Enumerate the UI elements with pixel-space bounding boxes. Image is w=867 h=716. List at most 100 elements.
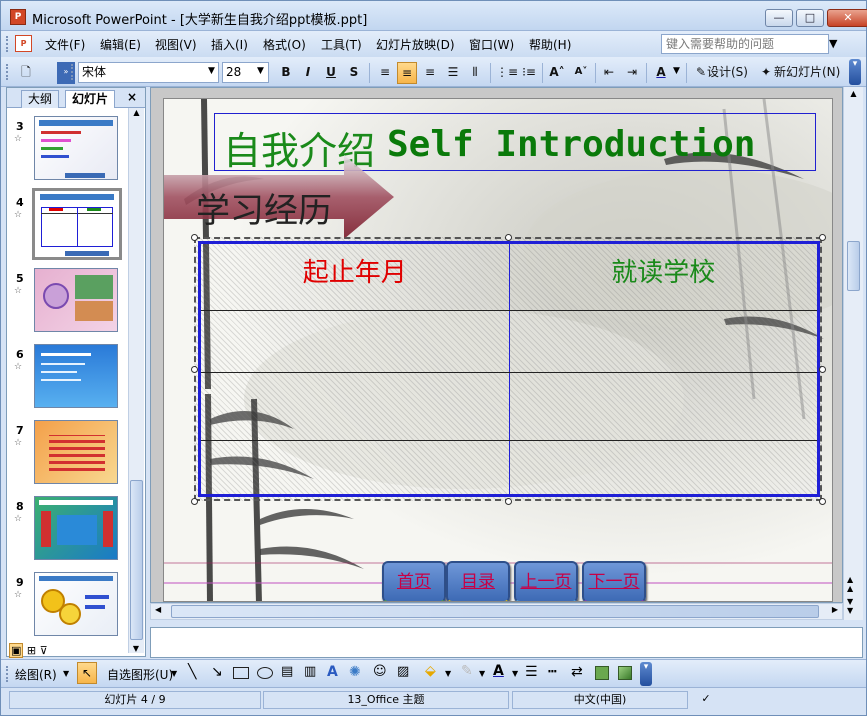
italic-button[interactable]: I	[299, 62, 317, 84]
numbered-list-icon[interactable]: ⋮≡	[496, 62, 518, 84]
bullet-list-icon[interactable]: ⁝≡	[519, 62, 539, 84]
font-color-draw-dropdown-icon[interactable]: ▼	[512, 669, 518, 678]
shadow-button[interactable]: S	[345, 62, 363, 84]
fill-dropdown-icon[interactable]: ▼	[445, 669, 451, 678]
scroll-left-icon[interactable]: ◀	[155, 605, 161, 614]
new-document-icon[interactable]: 🗋	[15, 62, 37, 84]
bold-button[interactable]: B	[277, 62, 295, 84]
justify-icon[interactable]: ☰	[443, 62, 463, 84]
slides-pane-scroll-thumb[interactable]	[130, 480, 143, 640]
line-color-icon[interactable]: ✎	[461, 663, 473, 679]
drawbar-grip[interactable]	[6, 666, 10, 682]
resize-handle[interactable]	[505, 234, 512, 241]
maximize-button[interactable]: □	[796, 9, 824, 27]
slide-horizontal-scrollbar[interactable]: ◀ ▶	[150, 603, 843, 620]
autoshapes-button[interactable]: 自选图形(U)	[107, 666, 173, 683]
menu-format[interactable]: 格式(O)	[263, 36, 306, 53]
scroll-up-icon[interactable]: ▲	[844, 89, 863, 98]
slides-pane-scrollbar[interactable]: ▲ ▼	[128, 108, 144, 653]
3d-style-icon[interactable]	[618, 666, 632, 680]
horizontal-scroll-thumb[interactable]	[171, 605, 819, 618]
font-color-icon[interactable]: A	[651, 62, 671, 84]
toolbar-options-icon[interactable]: ▾	[849, 59, 861, 85]
nav-contents-button[interactable]: 目录	[446, 561, 510, 601]
table-cell[interactable]	[509, 372, 819, 441]
draw-dropdown-icon[interactable]: ▼	[63, 669, 69, 678]
table-cell[interactable]	[509, 441, 819, 496]
table-cell[interactable]	[199, 372, 510, 441]
new-slide-button[interactable]: 新幻灯片(N)	[774, 62, 840, 84]
menu-slideshow[interactable]: 幻灯片放映(D)	[376, 36, 455, 53]
line-style-icon[interactable]: ☰	[525, 664, 538, 680]
slideshow-icon[interactable]: ⊽	[40, 644, 48, 657]
nav-previous-button[interactable]: 上一页	[514, 561, 578, 601]
fill-color-icon[interactable]: ⬙	[425, 663, 436, 679]
close-button[interactable]: ✕	[827, 9, 867, 27]
scroll-down-icon[interactable]: ▼	[129, 644, 143, 653]
normal-view-icon[interactable]: ▣	[9, 643, 24, 658]
design-button[interactable]: 设计(S)	[707, 62, 748, 84]
increase-indent-icon[interactable]: ⇥	[622, 62, 642, 84]
resize-handle[interactable]	[191, 234, 198, 241]
menu-window[interactable]: 窗口(W)	[469, 36, 514, 53]
menubar-grip[interactable]	[6, 36, 10, 52]
resize-handle[interactable]	[191, 498, 198, 505]
underline-button[interactable]: U	[322, 62, 340, 84]
slide-thumbnail-7[interactable]	[34, 420, 118, 484]
menu-file[interactable]: 文件(F)	[45, 36, 85, 53]
slide-thumbnail-9[interactable]	[34, 572, 118, 636]
tab-outline[interactable]: 大纲	[21, 90, 60, 108]
autoshapes-dropdown-icon[interactable]: ▼	[171, 669, 177, 678]
picture-icon[interactable]: ▨	[397, 664, 409, 679]
font-name-select[interactable]: 宋体	[78, 62, 219, 83]
education-table[interactable]: 起止年月 就读学校	[198, 241, 820, 497]
drawbar-options-icon[interactable]: ▾	[640, 662, 652, 686]
distribute-icon[interactable]: ⫴	[465, 62, 485, 84]
pane-close-button[interactable]: ×	[127, 90, 137, 104]
resize-handle[interactable]	[505, 498, 512, 505]
rectangle-icon[interactable]	[233, 667, 249, 679]
slide-thumbnail-5[interactable]	[34, 268, 118, 332]
resize-handle[interactable]	[191, 366, 198, 373]
clipart-icon[interactable]: ☺	[373, 664, 387, 679]
select-objects-icon[interactable]: ↖	[77, 662, 97, 684]
toolbar-grip[interactable]	[6, 64, 10, 80]
powerpoint-app-icon[interactable]: P	[10, 9, 26, 25]
nav-home-button[interactable]: 首页	[382, 561, 446, 601]
slide-thumbnail-3[interactable]	[34, 116, 118, 180]
menu-help[interactable]: 帮助(H)	[529, 36, 571, 53]
toolbar-grip-2[interactable]	[71, 64, 75, 80]
decrease-indent-icon[interactable]: ⇤	[599, 62, 619, 84]
shadow-style-icon[interactable]	[595, 666, 609, 680]
minimize-button[interactable]: —	[765, 9, 793, 27]
resize-handle[interactable]	[819, 234, 826, 241]
header-period[interactable]: 起止年月	[199, 242, 510, 311]
menu-view[interactable]: 视图(V)	[155, 36, 197, 53]
next-slide-icon[interactable]: ▼ ▼	[847, 597, 853, 615]
diagram-icon[interactable]: ✺	[349, 664, 361, 680]
tab-slides[interactable]: 幻灯片	[65, 90, 116, 108]
slide-thumbnail-6[interactable]	[34, 344, 118, 408]
previous-slide-icon[interactable]: ▲ ▲	[847, 575, 853, 593]
slide-vertical-scrollbar[interactable]: ▲ ▲ ▲ ▼ ▼	[843, 87, 863, 620]
slide-thumbnail-4[interactable]	[32, 188, 122, 260]
decrease-font-icon[interactable]: A˅	[571, 62, 591, 84]
arrow-style-icon[interactable]: ⇄	[571, 664, 583, 680]
align-right-icon[interactable]: ≡	[420, 62, 440, 84]
align-left-icon[interactable]: ≡	[375, 62, 395, 84]
font-size-dropdown-icon[interactable]: ▼	[257, 66, 264, 76]
increase-font-icon[interactable]: A˄	[547, 62, 567, 84]
menu-insert[interactable]: 插入(I)	[211, 36, 248, 53]
textbox-icon[interactable]: ▤	[281, 664, 293, 679]
line-icon[interactable]: ╲	[188, 664, 196, 680]
line-color-dropdown-icon[interactable]: ▼	[479, 669, 485, 678]
help-dropdown-icon[interactable]: ▼	[829, 37, 837, 50]
oval-icon[interactable]	[257, 667, 273, 679]
header-school[interactable]: 就读学校	[509, 242, 819, 311]
slide-sorter-icon[interactable]: ⊞	[27, 644, 36, 657]
table-cell[interactable]	[509, 310, 819, 373]
resize-handle[interactable]	[819, 366, 826, 373]
scroll-right-icon[interactable]: ▶	[832, 605, 838, 614]
spelling-check-icon[interactable]: ✓	[691, 691, 721, 709]
slide-thumbnail-8[interactable]	[34, 496, 118, 560]
